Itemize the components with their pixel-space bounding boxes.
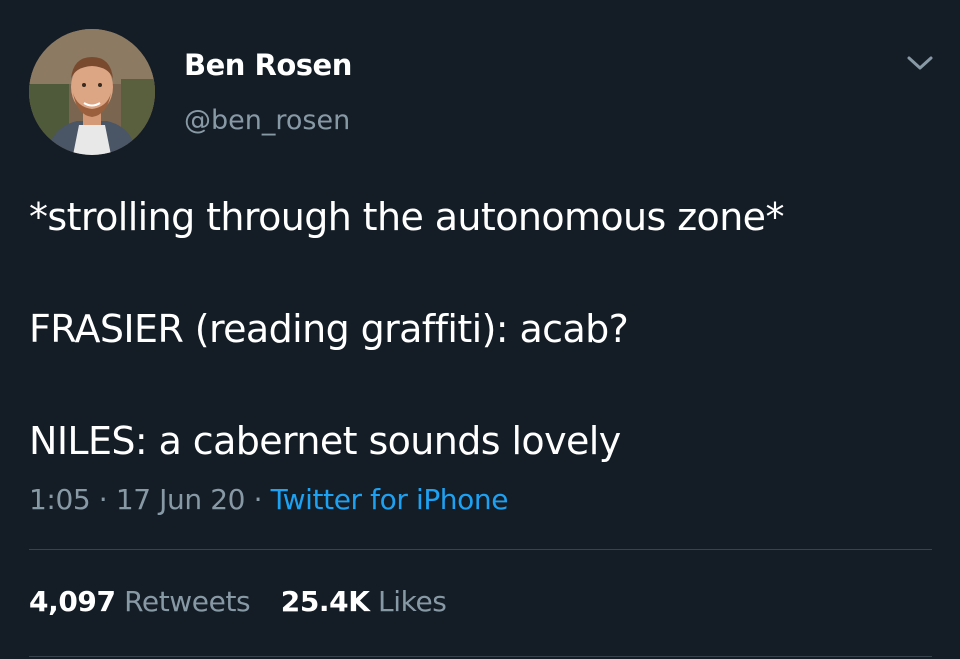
tweet-text-line: FRASIER (reading graffiti): acab? <box>29 307 629 351</box>
likes-count: 25.4K <box>280 585 370 618</box>
avatar[interactable] <box>29 29 155 155</box>
tweet-card: Ben Rosen @ben_rosen *strolling through … <box>0 0 960 659</box>
tweet-text-line: NILES: a cabernet sounds lovely <box>29 419 621 463</box>
author-name[interactable]: Ben Rosen <box>184 47 352 83</box>
retweets-label: Retweets <box>124 585 251 618</box>
tweet-meta: 1:05 · 17 Jun 20 · Twitter for iPhone <box>29 481 508 519</box>
chevron-down-icon[interactable] <box>903 50 937 76</box>
tweet-stats: 4,097 Retweets 25.4K Likes <box>29 583 468 621</box>
retweets-stat[interactable]: 4,097 Retweets <box>29 583 251 621</box>
meta-separator: · <box>98 483 108 516</box>
author-handle[interactable]: @ben_rosen <box>184 103 350 139</box>
likes-label: Likes <box>378 585 447 618</box>
tweet-text-line: *strolling through the autonomous zone* <box>29 195 784 239</box>
divider <box>29 549 932 550</box>
meta-separator: · <box>253 483 263 516</box>
tweet-date[interactable]: 17 Jun 20 <box>116 483 246 516</box>
tweet-time[interactable]: 1:05 <box>29 483 91 516</box>
likes-stat[interactable]: 25.4K Likes <box>281 583 447 621</box>
retweets-count: 4,097 <box>29 585 116 618</box>
divider <box>29 656 932 657</box>
tweet-source-link[interactable]: Twitter for iPhone <box>271 483 509 516</box>
avatar-photo <box>29 29 155 155</box>
